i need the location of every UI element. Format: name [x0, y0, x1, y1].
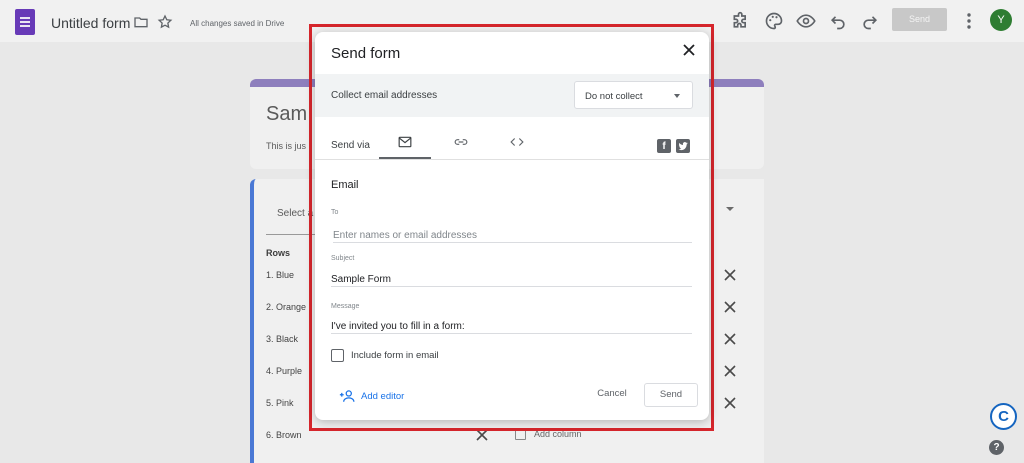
remove-row-icon[interactable]: [724, 301, 736, 313]
grid-row[interactable]: 3. Black: [266, 334, 298, 344]
undo-icon[interactable]: [828, 11, 848, 31]
grid-row[interactable]: 2. Orange: [266, 302, 306, 312]
collect-emails-label: Collect email addresses: [331, 90, 438, 101]
folder-icon[interactable]: [133, 14, 149, 30]
tab-email[interactable]: [379, 128, 431, 159]
send-button[interactable]: Send: [644, 383, 698, 407]
document-title[interactable]: Untitled form: [51, 15, 130, 31]
form-description[interactable]: This is jus: [266, 141, 306, 151]
top-send-button[interactable]: Send: [892, 8, 947, 31]
grid-row[interactable]: 4. Purple: [266, 366, 302, 376]
to-input[interactable]: [333, 227, 692, 244]
dialog-title: Send form: [331, 45, 401, 62]
include-form-label[interactable]: Include form in email: [351, 350, 439, 361]
subject-field-wrapper: [331, 269, 692, 288]
grid-row[interactable]: 5. Pink: [266, 398, 294, 408]
twitter-icon[interactable]: [676, 139, 690, 153]
link-icon: [454, 139, 468, 145]
email-section-heading: Email: [331, 179, 359, 191]
code-icon: [510, 138, 524, 146]
star-icon[interactable]: [157, 14, 173, 30]
brand-badge: C: [990, 403, 1017, 430]
help-icon[interactable]: ?: [989, 440, 1004, 455]
tab-embed[interactable]: [491, 128, 543, 159]
chevron-down-icon: [674, 94, 680, 98]
avatar[interactable]: Y: [990, 9, 1012, 31]
save-status: All changes saved in Drive: [190, 19, 285, 28]
remove-row-icon[interactable]: [724, 365, 736, 377]
send-form-dialog: Send form Collect email addresses Do not…: [315, 32, 709, 420]
subject-input[interactable]: [331, 271, 692, 288]
question-type-label: Select a: [277, 208, 314, 219]
subject-label: Subject: [331, 255, 355, 262]
collect-emails-select[interactable]: Do not collect: [574, 81, 693, 109]
send-via-label: Send via: [331, 140, 370, 151]
tab-divider: [315, 159, 709, 160]
redo-icon[interactable]: [860, 11, 880, 31]
to-label: To: [331, 209, 339, 216]
remove-row-icon[interactable]: [724, 269, 736, 281]
include-form-checkbox[interactable]: [331, 349, 344, 362]
tab-link[interactable]: [435, 128, 487, 159]
close-icon[interactable]: [682, 43, 696, 57]
to-field-wrapper: [333, 225, 692, 244]
facebook-icon[interactable]: f: [657, 139, 671, 153]
form-title[interactable]: Sam: [266, 103, 307, 126]
message-label: Message: [331, 303, 360, 310]
person-add-icon: [339, 390, 355, 402]
palette-icon[interactable]: [764, 11, 784, 31]
collect-emails-value: Do not collect: [585, 91, 643, 102]
cancel-button[interactable]: Cancel: [587, 384, 637, 404]
message-input[interactable]: [331, 318, 692, 335]
message-field-wrapper: [331, 316, 692, 335]
rows-label: Rows: [266, 248, 291, 258]
remove-row-icon[interactable]: [724, 397, 736, 409]
add-editor-label: Add editor: [361, 391, 405, 402]
remove-row-icon[interactable]: [724, 333, 736, 345]
grid-row[interactable]: 6. Brown: [266, 430, 302, 440]
grid-row[interactable]: 1. Blue: [266, 270, 294, 280]
chevron-down-icon[interactable]: [726, 207, 734, 211]
mail-icon: [398, 136, 412, 148]
addon-puzzle-icon[interactable]: [731, 11, 751, 31]
forms-logo-icon[interactable]: [15, 9, 35, 35]
preview-eye-icon[interactable]: [796, 11, 816, 31]
more-vert-icon[interactable]: [962, 11, 976, 31]
